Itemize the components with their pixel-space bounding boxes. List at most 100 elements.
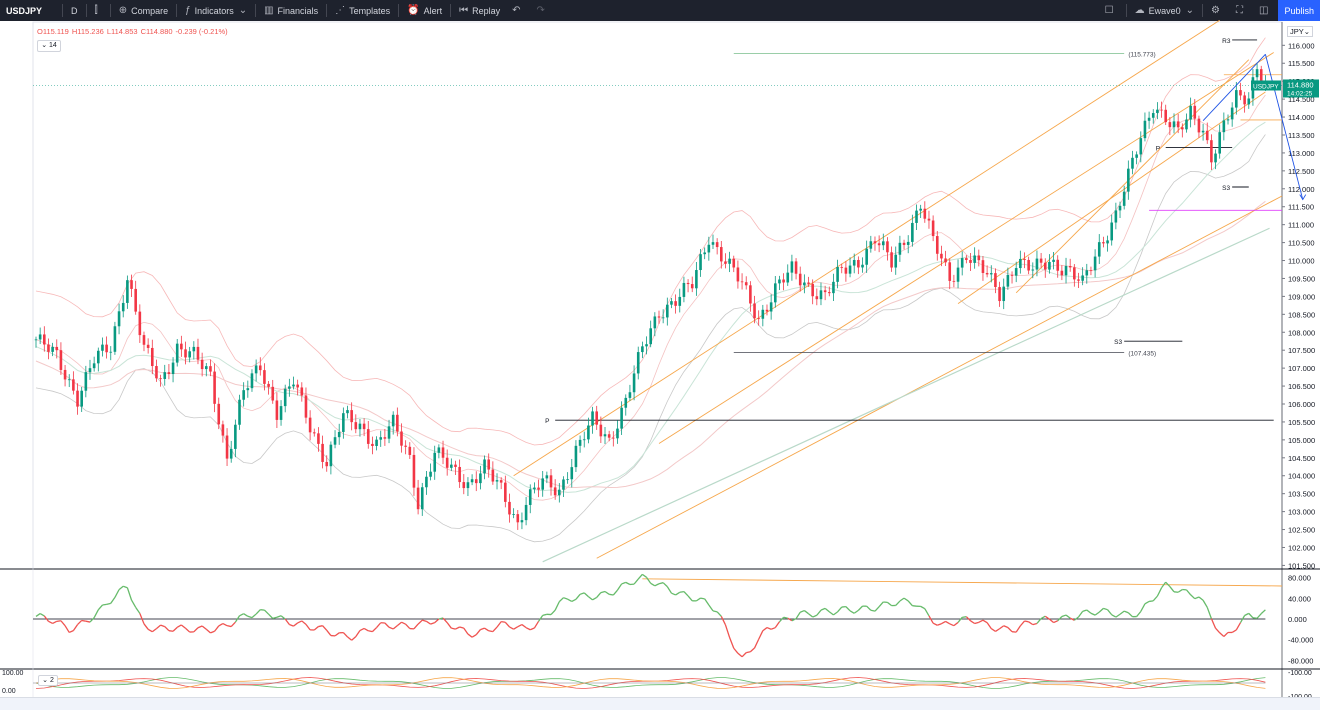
candle-body — [936, 236, 939, 254]
candle-body — [683, 283, 686, 297]
oscillator-segment — [696, 598, 700, 601]
oscillator-segment — [991, 629, 995, 632]
candle — [849, 257, 852, 277]
candle — [101, 338, 104, 357]
candle-body — [367, 429, 370, 444]
candle — [213, 363, 216, 412]
candle — [483, 455, 486, 479]
candle-body — [762, 310, 765, 319]
candle-body — [1210, 140, 1213, 162]
candle-body — [832, 282, 835, 293]
candle-body — [637, 352, 640, 373]
candle-body — [325, 462, 328, 466]
candle — [521, 513, 524, 530]
candle — [139, 304, 142, 343]
oscillator-segment — [526, 628, 530, 630]
oscillator-segment — [925, 609, 929, 616]
candle — [1019, 251, 1022, 274]
candle-body — [1048, 262, 1051, 270]
candle — [595, 406, 598, 430]
candle-body — [749, 285, 752, 303]
candle — [496, 473, 499, 489]
oscillator-segment — [1220, 633, 1224, 637]
candle-body — [230, 449, 233, 459]
currency-label: JPY — [1290, 27, 1304, 36]
candle — [786, 264, 789, 286]
candle — [575, 440, 578, 472]
candle-body — [924, 209, 927, 219]
candle-body — [280, 406, 283, 420]
oscillator-segment — [53, 621, 57, 623]
candle — [865, 241, 868, 273]
candle-body — [134, 289, 137, 312]
oscillator-segment — [343, 633, 347, 637]
candle-body — [1139, 138, 1142, 154]
candle — [683, 277, 686, 302]
candle — [197, 339, 200, 364]
oscillator-segment — [98, 605, 102, 610]
candle — [1065, 258, 1068, 284]
oscillator-segment — [327, 630, 331, 635]
candle-body — [163, 372, 166, 379]
indicator-legend-toggle[interactable]: ⌄ 14 — [37, 40, 61, 52]
candle — [105, 336, 108, 358]
candle — [176, 339, 179, 367]
oscillator-legend-toggle[interactable]: ⌄ 2 — [38, 675, 58, 686]
candle — [525, 497, 528, 525]
candle-body — [321, 444, 324, 462]
candle-body — [620, 408, 623, 429]
candle-body — [288, 386, 291, 388]
candle-body — [604, 434, 607, 436]
oscillator-segment — [576, 594, 580, 599]
moving-average — [36, 122, 1265, 492]
oscillator-segment — [61, 621, 65, 626]
candle — [566, 472, 569, 484]
candle — [654, 312, 657, 336]
oscillator-segment — [887, 602, 891, 605]
candle-body — [213, 372, 216, 404]
candle-body — [1052, 260, 1055, 262]
candle — [770, 294, 773, 319]
candle-body — [1056, 260, 1059, 271]
candle — [193, 341, 196, 359]
candle-body — [404, 446, 407, 447]
candle-body — [649, 328, 652, 344]
candle — [928, 211, 931, 229]
candle — [180, 336, 183, 357]
candle — [479, 466, 482, 489]
oscillator-segment — [314, 627, 318, 630]
candle-body — [267, 384, 270, 387]
price-chart[interactable]: 116.000115.500115.000114.500114.000113.5… — [0, 0, 1320, 709]
candle — [1127, 160, 1130, 199]
candle — [271, 380, 274, 404]
candle — [1152, 109, 1155, 124]
candle-body — [1235, 90, 1238, 107]
candle — [857, 256, 860, 274]
oscillator-segment — [447, 623, 451, 629]
candle — [762, 305, 765, 326]
candle-body — [629, 392, 632, 398]
candle-body — [1011, 275, 1014, 276]
candle-body — [845, 268, 848, 274]
candle — [570, 459, 573, 488]
candle-body — [76, 391, 79, 407]
oscillator-segment — [908, 601, 912, 606]
candle-body — [1135, 154, 1138, 157]
candle-body — [238, 400, 241, 425]
oscillator-segment — [767, 628, 771, 630]
candle-body — [1202, 131, 1205, 133]
candle-body — [1023, 259, 1026, 260]
candle — [1231, 102, 1234, 127]
bar-countdown: 14:02:25 — [1287, 90, 1313, 97]
candle — [782, 273, 785, 290]
candle — [375, 436, 378, 450]
oscillator-segment — [514, 627, 518, 629]
candle — [1110, 215, 1113, 246]
candle — [1027, 257, 1030, 274]
currency-selector[interactable]: JPY⌄ — [1287, 26, 1313, 37]
price-axis-label: 101.500 — [1288, 561, 1315, 570]
candle-body — [741, 281, 744, 282]
price-axis-label: 102.000 — [1288, 543, 1315, 552]
oscillator-segment — [1116, 614, 1120, 617]
candle — [118, 304, 121, 335]
